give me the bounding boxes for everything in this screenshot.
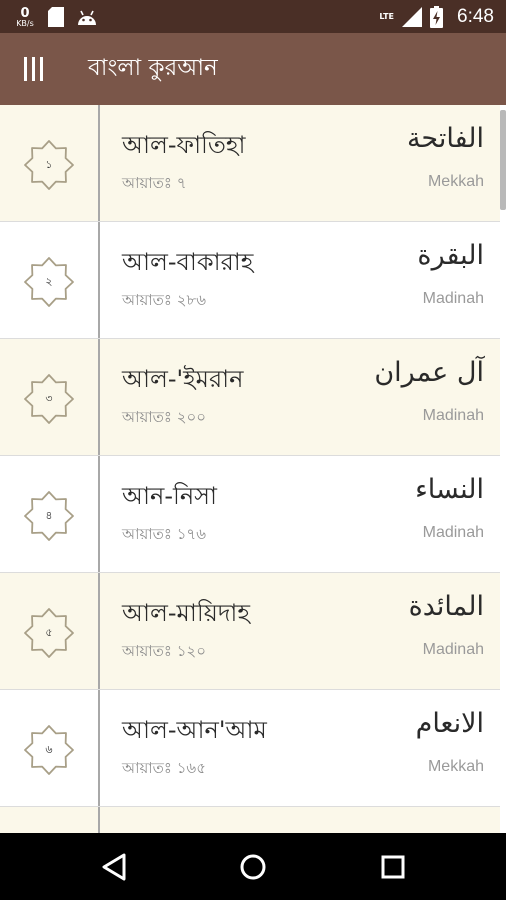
recents-square-icon <box>381 855 405 879</box>
back-triangle-icon <box>102 853 126 881</box>
surah-revelation-place: Madinah <box>422 641 484 658</box>
signal-icon <box>402 6 423 27</box>
surah-ayat-count: আয়াতঃ ১৬৫ <box>122 759 206 777</box>
status-bar: 0 KB/s LTE 6:48 <box>0 0 506 33</box>
surah-number-badge: ৫ <box>24 608 74 658</box>
app-title: বাংলা কুরআন <box>88 55 218 81</box>
row-divider <box>98 456 100 572</box>
surah-bangla-name: আল-'ইমরান <box>122 365 244 393</box>
surah-ayat-count: আয়াতঃ ১৭৬ <box>122 525 206 543</box>
surah-bangla-name: আল-মায়িদাহ <box>122 599 251 627</box>
android-icon <box>78 10 96 25</box>
surah-number: ২ <box>45 274 53 288</box>
sd-card-icon <box>48 7 64 27</box>
surah-number-badge: ৪ <box>24 491 74 541</box>
surah-revelation-place: Madinah <box>422 290 484 307</box>
surah-row[interactable]: ২ আল-বাকারাহ আয়াতঃ ২৮৬ البقرة Madinah <box>0 222 500 339</box>
network-speed-unit: KB/s <box>16 18 34 28</box>
surah-number-badge: ১ <box>24 140 74 190</box>
surah-arabic-name: المائدة <box>408 591 484 622</box>
back-button[interactable] <box>94 847 134 887</box>
surah-row[interactable]: ১ আল-ফাতিহা আয়াতঃ ৭ الفاتحة Mekkah <box>0 105 500 222</box>
surah-arabic-name: البقرة <box>417 240 484 271</box>
surah-ayat-count: আয়াতঃ ২০০ <box>122 408 206 426</box>
surah-revelation-place: Mekkah <box>427 173 484 190</box>
surah-revelation-place: Madinah <box>422 524 484 541</box>
app-bar: বাংলা কুরআন <box>0 33 506 105</box>
surah-row[interactable]: ৫ আল-মায়িদাহ আয়াতঃ ১২০ المائدة Madinah <box>0 573 500 690</box>
scrollbar[interactable] <box>500 110 506 210</box>
surah-bangla-name: আল-বাকারাহ <box>122 248 254 276</box>
surah-bangla-name: আল-আন'আম <box>122 716 267 744</box>
surah-bangla-name: আল-ফাতিহা <box>122 131 246 159</box>
surah-number-badge: ৩ <box>24 374 74 424</box>
surah-ayat-count: আয়াতঃ ২৮৬ <box>122 291 206 309</box>
network-speed-value: 0 <box>20 5 30 21</box>
surah-arabic-name: الفاتحة <box>406 123 484 154</box>
status-right: LTE 6:48 <box>379 0 494 33</box>
row-divider <box>98 690 100 806</box>
status-left: 0 KB/s <box>14 4 98 30</box>
surah-number: ১ <box>45 157 53 171</box>
lte-label: LTE <box>379 12 395 21</box>
surah-row[interactable]: ৩ আল-'ইমরান আয়াতঃ ২০০ آل عمران Madinah <box>0 339 500 456</box>
surah-row[interactable]: ৪ আন-নিসা আয়াতঃ ১৭৬ النساء Madinah <box>0 456 500 573</box>
recents-button[interactable] <box>373 847 413 887</box>
clock: 6:48 <box>457 5 494 27</box>
row-divider <box>98 807 100 833</box>
row-divider <box>98 105 100 221</box>
surah-number: ৪ <box>45 508 53 522</box>
surah-number: ৩ <box>45 391 53 405</box>
row-divider <box>98 339 100 455</box>
row-divider <box>98 573 100 689</box>
navigation-bar <box>0 833 506 900</box>
battery-charging-icon <box>430 5 444 28</box>
home-circle-icon <box>240 854 266 880</box>
surah-arabic-name: آل عمران <box>374 357 484 388</box>
surah-number: ৬ <box>45 742 53 756</box>
surah-ayat-count: আয়াতঃ ১২০ <box>122 642 206 660</box>
surah-ayat-count: আয়াতঃ ৭ <box>122 174 187 192</box>
surah-list[interactable]: ১ আল-ফাতিহা আয়াতঃ ৭ الفاتحة Mekkah ২ আল-বাকার… <box>0 105 506 833</box>
surah-row[interactable]: ৬ আল-আন'আম আয়াতঃ ১৬৫ الانعام Mekkah <box>0 690 500 807</box>
surah-arabic-name: النساء <box>415 474 484 505</box>
surah-number-badge: ২ <box>24 257 74 307</box>
surah-number-badge: ৬ <box>24 725 74 775</box>
surah-revelation-place: Mekkah <box>427 758 484 775</box>
menu-icon[interactable] <box>24 57 46 81</box>
surah-arabic-name: الانعام <box>415 708 484 739</box>
home-button[interactable] <box>233 847 273 887</box>
surah-row[interactable] <box>0 807 500 833</box>
row-divider <box>98 222 100 338</box>
network-speed: 0 KB/s <box>14 7 36 28</box>
surah-number: ৫ <box>45 625 53 639</box>
surah-revelation-place: Madinah <box>422 407 484 424</box>
surah-bangla-name: আন-নিসা <box>122 482 217 510</box>
